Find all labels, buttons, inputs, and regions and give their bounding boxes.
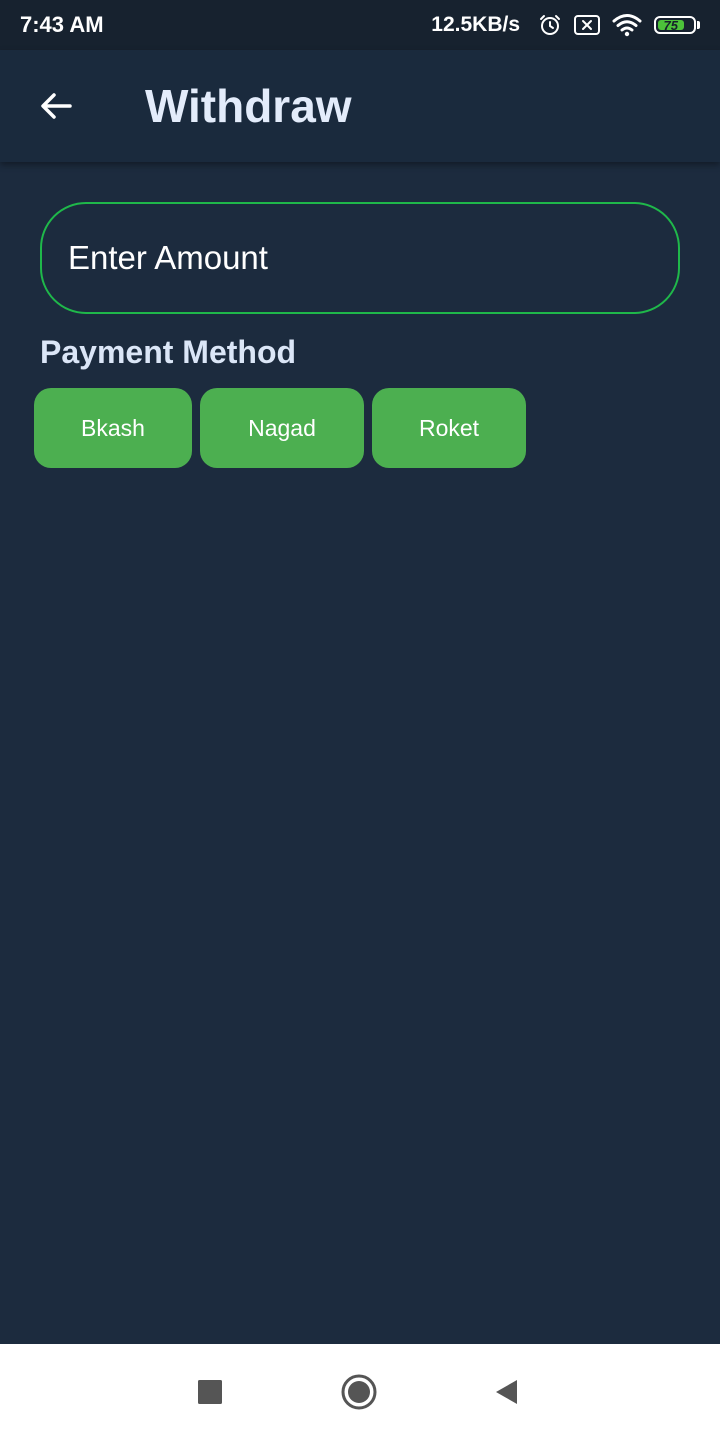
back-icon (496, 1380, 517, 1404)
recent-apps-icon (198, 1380, 222, 1404)
wifi-icon (612, 13, 642, 37)
nav-back-button[interactable] (482, 1368, 530, 1416)
payment-method-options: Bkash Nagad Roket (34, 388, 534, 468)
payment-method-label: Payment Method (40, 334, 297, 370)
network-speed: 12.5KB/s (431, 13, 520, 36)
status-time: 7:43 AM (20, 12, 104, 37)
battery-icon: 75 (654, 16, 700, 34)
home-icon (341, 1374, 377, 1410)
nagad-button[interactable]: Nagad (200, 388, 364, 468)
back-button[interactable] (28, 78, 84, 134)
page-title: Withdraw (145, 80, 352, 132)
sim-off-icon (574, 14, 600, 36)
amount-input[interactable] (66, 238, 678, 278)
status-icons: 12.5KB/s 75 (431, 13, 700, 37)
home-button[interactable] (335, 1368, 383, 1416)
amount-field[interactable] (40, 202, 680, 314)
arrow-back-icon (41, 93, 72, 119)
battery-level: 75 (658, 18, 684, 33)
status-bar: 7:43 AM 12.5KB/s 75 (0, 0, 720, 50)
recent-apps-button[interactable] (186, 1368, 234, 1416)
bkash-button[interactable]: Bkash (34, 388, 192, 468)
roket-button[interactable]: Roket (372, 388, 526, 468)
alarm-icon (538, 13, 562, 37)
app-bar: Withdraw (0, 50, 720, 162)
system-nav-bar (0, 1344, 720, 1440)
